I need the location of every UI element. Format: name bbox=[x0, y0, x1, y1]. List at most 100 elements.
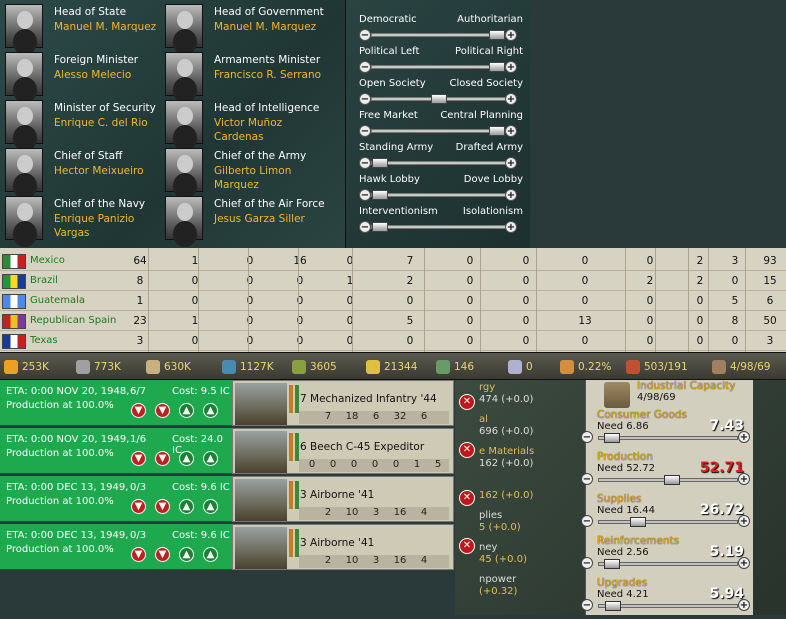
ic-slider-knob[interactable] bbox=[629, 517, 646, 527]
plus-button[interactable]: + bbox=[505, 189, 517, 201]
plus-button[interactable]: + bbox=[738, 557, 750, 569]
move-down-button[interactable]: ▼ bbox=[155, 403, 170, 418]
plus-button[interactable]: + bbox=[738, 515, 750, 527]
relation-row[interactable]: Guatemala 1 0 0 0 0 0 0 0 0 0 0 5 6 bbox=[0, 291, 786, 311]
policy-slider-track[interactable] bbox=[371, 190, 506, 200]
plus-button[interactable]: + bbox=[505, 93, 517, 105]
minister-portrait[interactable] bbox=[165, 100, 203, 144]
ic-slider-track[interactable] bbox=[598, 433, 738, 443]
minister-slot[interactable]: Armaments Minister Francisco R. Serrano bbox=[160, 50, 330, 98]
policy-slider-track[interactable] bbox=[371, 222, 506, 232]
resource-item[interactable]: 630K bbox=[146, 360, 191, 374]
resource-item[interactable]: 146 bbox=[436, 360, 474, 374]
minus-button[interactable]: − bbox=[359, 157, 371, 169]
unit-card[interactable]: 3 Airborne '41 2 10 3 16 4 bbox=[232, 524, 454, 570]
move-up-button[interactable]: ▲ bbox=[179, 547, 194, 562]
plus-button[interactable]: + bbox=[738, 431, 750, 443]
move-up-button[interactable]: ▲ bbox=[179, 403, 194, 418]
relation-row[interactable]: Mexico 64 1 0 16 0 7 0 0 0 0 2 3 93 bbox=[0, 251, 786, 271]
ic-slider-track[interactable] bbox=[598, 559, 738, 569]
minister-portrait[interactable] bbox=[5, 100, 43, 144]
unit-card[interactable]: 6 Beech C-45 Expeditor 0 0 0 0 0 1 5 bbox=[232, 428, 454, 474]
minus-button[interactable]: − bbox=[359, 61, 371, 73]
minus-button[interactable]: − bbox=[359, 93, 371, 105]
policy-slider-track[interactable] bbox=[371, 30, 506, 40]
plus-button[interactable]: + bbox=[738, 599, 750, 611]
minister-slot[interactable]: Chief of the Air Force Jesus Garza Siller bbox=[160, 194, 330, 242]
move-top-button[interactable]: ▲ bbox=[203, 499, 218, 514]
relation-row[interactable]: Republican Spain 23 1 0 0 0 5 0 0 13 0 0 8 50 bbox=[0, 311, 786, 331]
minus-button[interactable]: − bbox=[581, 599, 593, 611]
resource-item[interactable]: 503/191 bbox=[626, 360, 688, 374]
minister-portrait[interactable] bbox=[5, 52, 43, 96]
minister-slot[interactable]: Head of Government Manuel M. Marquez bbox=[160, 2, 330, 50]
resource-item[interactable]: 773K bbox=[76, 360, 121, 374]
minus-button[interactable]: − bbox=[581, 557, 593, 569]
minus-button[interactable]: − bbox=[359, 29, 371, 41]
ic-slider-knob[interactable] bbox=[603, 559, 620, 569]
minister-portrait[interactable] bbox=[165, 4, 203, 48]
resource-item[interactable]: 21344 bbox=[366, 360, 417, 374]
policy-slider-track[interactable] bbox=[371, 158, 506, 168]
move-up-button[interactable]: ▲ bbox=[179, 499, 194, 514]
minus-button[interactable]: − bbox=[359, 125, 371, 137]
minister-slot[interactable]: Minister of Security Enrique C. del Rio bbox=[0, 98, 170, 146]
minister-slot[interactable]: Chief of Staff Hector Meixueiro bbox=[0, 146, 170, 194]
production-queue-item[interactable]: ETA: 0:00 DEC 13, 1949, Production at 100… bbox=[0, 476, 480, 523]
country-name[interactable]: Mexico bbox=[30, 255, 65, 266]
policy-slider-knob[interactable] bbox=[489, 30, 505, 40]
policy-slider-knob[interactable] bbox=[372, 222, 388, 232]
plus-button[interactable]: + bbox=[505, 221, 517, 233]
country-name[interactable]: Texas bbox=[30, 335, 58, 346]
production-queue-item[interactable]: ETA: 0:00 NOV 20, 1949, Production at 100… bbox=[0, 428, 480, 475]
minister-slot[interactable]: Head of State Manuel M. Marquez bbox=[0, 2, 170, 50]
ic-slider-knob[interactable] bbox=[663, 475, 680, 485]
ic-slider-knob[interactable] bbox=[603, 433, 620, 443]
move-bottom-button[interactable]: ▼ bbox=[131, 451, 146, 466]
cancel-production-button[interactable]: ✕ bbox=[459, 538, 475, 554]
minister-name[interactable]: Victor Muñoz Cardenas bbox=[214, 116, 329, 144]
move-top-button[interactable]: ▲ bbox=[203, 403, 218, 418]
plus-button[interactable]: + bbox=[505, 157, 517, 169]
minister-name[interactable]: Manuel M. Marquez bbox=[214, 20, 329, 34]
ic-slider-track[interactable] bbox=[598, 601, 738, 611]
minus-button[interactable]: − bbox=[581, 431, 593, 443]
production-queue-item[interactable]: ETA: 0:00 NOV 20, 1948, Production at 100… bbox=[0, 380, 480, 427]
unit-card[interactable]: 7 Mechanized Infantry '44 7 18 6 32 6 bbox=[232, 380, 454, 426]
minister-name[interactable]: Manuel M. Marquez bbox=[54, 20, 169, 34]
move-bottom-button[interactable]: ▼ bbox=[131, 547, 146, 562]
policy-slider-knob[interactable] bbox=[489, 62, 505, 72]
plus-button[interactable]: + bbox=[738, 473, 750, 485]
move-top-button[interactable]: ▲ bbox=[203, 547, 218, 562]
minus-button[interactable]: − bbox=[581, 515, 593, 527]
minister-portrait[interactable] bbox=[165, 52, 203, 96]
minister-name[interactable]: Jesus Garza Siller bbox=[214, 212, 329, 226]
minister-name[interactable]: Enrique C. del Rio bbox=[54, 116, 169, 130]
resource-item[interactable]: 0.22% bbox=[560, 360, 611, 374]
resource-item[interactable]: 253K bbox=[4, 360, 49, 374]
ic-slider-track[interactable] bbox=[598, 475, 738, 485]
minister-portrait[interactable] bbox=[5, 4, 43, 48]
move-down-button[interactable]: ▼ bbox=[155, 499, 170, 514]
policy-slider-knob[interactable] bbox=[372, 158, 388, 168]
country-name[interactable]: Guatemala bbox=[30, 295, 85, 306]
move-bottom-button[interactable]: ▼ bbox=[131, 499, 146, 514]
minister-name[interactable]: Hector Meixueiro bbox=[54, 164, 169, 178]
relation-row[interactable]: Brazil 8 0 0 0 1 2 0 0 0 2 2 0 15 bbox=[0, 271, 786, 291]
minister-portrait[interactable] bbox=[5, 148, 43, 192]
unit-card[interactable]: 3 Airborne '41 2 10 3 16 4 bbox=[232, 476, 454, 522]
ic-slider-knob[interactable] bbox=[605, 601, 622, 611]
ic-slider-track[interactable] bbox=[598, 517, 738, 527]
production-queue-item[interactable]: ETA: 0:00 DEC 13, 1949, Production at 100… bbox=[0, 524, 480, 571]
policy-slider-track[interactable] bbox=[371, 62, 506, 72]
move-top-button[interactable]: ▲ bbox=[203, 451, 218, 466]
country-name[interactable]: Brazil bbox=[30, 275, 58, 286]
policy-slider-knob[interactable] bbox=[489, 126, 505, 136]
minister-slot[interactable]: Foreign Minister Alesso Melecio bbox=[0, 50, 170, 98]
move-down-button[interactable]: ▼ bbox=[155, 451, 170, 466]
minister-name[interactable]: Alesso Melecio bbox=[54, 68, 169, 82]
minus-button[interactable]: − bbox=[581, 473, 593, 485]
policy-slider-track[interactable] bbox=[371, 94, 506, 104]
minister-name[interactable]: Enrique Panizio Vargas bbox=[54, 212, 169, 240]
policy-slider-track[interactable] bbox=[371, 126, 506, 136]
